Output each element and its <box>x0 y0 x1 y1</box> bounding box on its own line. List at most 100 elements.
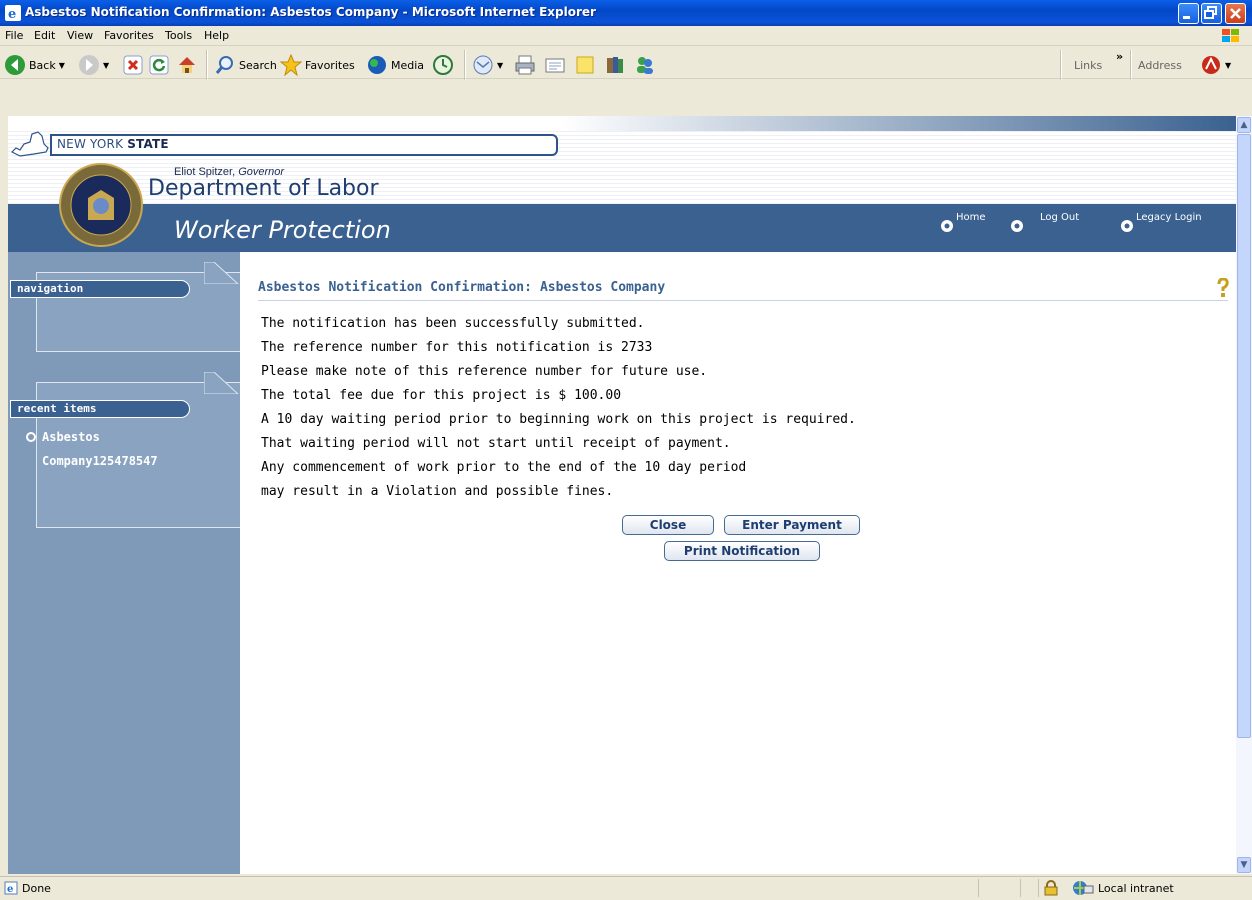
menu-help[interactable]: Help <box>204 29 229 42</box>
media-icon <box>368 56 386 74</box>
message-line: Any commencement of work prior to the en… <box>261 460 747 475</box>
toolbar: Back ▼ ▼ Search Favorites Media ▼ Links … <box>0 46 1252 116</box>
state-label: STATE <box>127 137 169 151</box>
search-button[interactable]: Search <box>214 53 277 77</box>
help-icon[interactable] <box>1216 278 1230 298</box>
chevron-right-icon[interactable]: » <box>1116 50 1123 63</box>
message-line: A 10 day waiting period prior to beginni… <box>261 412 856 427</box>
scrollbar-thumb[interactable] <box>1237 134 1251 738</box>
main-content: Asbestos Notification Confirmation: Asbes… <box>240 252 1236 874</box>
close-icon <box>1230 8 1241 19</box>
radio-bullet-icon <box>938 212 956 234</box>
refresh-button[interactable] <box>148 53 170 77</box>
page-title-prefix: Asbestos Notification Confirmation: <box>258 280 532 295</box>
recent-item-link[interactable]: Asbestos <box>42 430 100 444</box>
edit-button[interactable] <box>544 53 566 77</box>
print-notification-button[interactable]: Print Notification <box>664 541 820 561</box>
radio-bullet-icon <box>1118 212 1136 234</box>
stop-button[interactable] <box>122 53 144 77</box>
search-icon <box>215 56 233 74</box>
status-text: Done <box>22 882 51 895</box>
media-button[interactable]: Media <box>366 53 424 77</box>
sidebar: navigation recent items Asbestos Company… <box>8 252 242 874</box>
home-link[interactable]: Home <box>938 212 986 234</box>
scroll-down-icon[interactable]: ▼ <box>1237 857 1251 873</box>
acrobat-button[interactable]: ▼ <box>1200 53 1231 77</box>
menu-bar: File Edit View Favorites Tools Help <box>0 26 1252 46</box>
messenger-button[interactable] <box>634 53 656 77</box>
acrobat-icon <box>1202 56 1220 74</box>
note-icon <box>576 56 594 74</box>
company-name: Asbestos Company <box>539 280 666 295</box>
page-title: Asbestos Notification Confirmation: Asbes… <box>258 280 665 295</box>
menu-tools[interactable]: Tools <box>165 29 192 42</box>
star-icon <box>280 54 302 76</box>
page-viewport: NEW YORK STATE Eliot Spitzer, Governor D… <box>8 116 1236 874</box>
logout-link[interactable]: Log Out <box>1008 212 1079 234</box>
window-title: Asbestos Notification Confirmation: Asbe… <box>25 5 596 19</box>
menu-file[interactable]: File <box>5 29 23 42</box>
edit-page-icon <box>545 58 565 73</box>
message-line: The reference number for this notificati… <box>261 340 653 355</box>
ie-icon: e <box>5 5 21 21</box>
title-divider <box>258 300 1228 301</box>
refresh-icon <box>149 55 169 75</box>
department-seal-icon <box>59 163 143 247</box>
restore-icon <box>1204 6 1217 19</box>
scroll-up-icon[interactable]: ▲ <box>1237 117 1251 133</box>
status-bar: e Done Local intranet <box>0 876 1252 900</box>
radio-bullet-icon <box>26 432 36 442</box>
history-button[interactable] <box>432 53 454 77</box>
lock-icon <box>1044 880 1058 896</box>
ny-state-outline-icon <box>10 131 49 157</box>
close-window-button[interactable] <box>1225 3 1246 24</box>
close-button[interactable]: Close <box>622 515 714 535</box>
menu-favorites[interactable]: Favorites <box>104 29 154 42</box>
radio-bullet-icon <box>1008 212 1026 234</box>
stop-icon <box>123 55 143 75</box>
mail-icon <box>473 55 493 75</box>
forward-arrow-icon <box>79 55 99 75</box>
message-line: That waiting period will not start until… <box>261 436 731 451</box>
messenger-icon <box>637 57 653 74</box>
research-button[interactable] <box>604 53 626 77</box>
discuss-button[interactable] <box>574 53 596 77</box>
research-icon <box>607 57 623 73</box>
message-line: may result in a Violation and possible f… <box>261 484 614 499</box>
message-line: The total fee due for this project is $ … <box>261 388 622 403</box>
address-label: Address <box>1138 59 1182 72</box>
mail-button[interactable]: ▼ <box>472 53 503 77</box>
legacy-login-link[interactable]: Legacy Login <box>1118 212 1202 234</box>
ny-state-banner: NEW YORK STATE <box>50 134 558 156</box>
forward-button[interactable]: ▼ <box>78 53 109 77</box>
intranet-zone-icon <box>1073 881 1094 895</box>
enter-payment-button[interactable]: Enter Payment <box>724 515 860 535</box>
favorites-button[interactable]: Favorites <box>280 53 355 77</box>
section-title: Worker Protection <box>174 216 391 244</box>
menu-edit[interactable]: Edit <box>34 29 55 42</box>
restore-button[interactable] <box>1201 3 1222 24</box>
recent-items-header: recent items <box>10 400 190 418</box>
print-button[interactable] <box>514 53 536 77</box>
printer-icon <box>515 55 535 75</box>
message-line: The notification has been successfully s… <box>261 316 645 331</box>
title-bar: e Asbestos Notification Confirmation: As… <box>0 0 1252 26</box>
home-icon <box>179 57 195 73</box>
page-done-icon: e <box>4 881 18 895</box>
home-button[interactable] <box>176 53 198 77</box>
svg-text:e: e <box>7 884 13 895</box>
minimize-button[interactable] <box>1178 3 1199 24</box>
history-icon <box>433 55 453 75</box>
windows-logo-icon <box>1222 29 1239 42</box>
recent-item-link-continued[interactable]: Company125478547 <box>42 454 158 468</box>
back-button[interactable]: Back ▼ <box>4 53 65 77</box>
navigation-header: navigation <box>10 280 190 298</box>
svg-text:e: e <box>8 7 16 21</box>
menu-view[interactable]: View <box>67 29 93 42</box>
back-arrow-icon <box>5 55 25 75</box>
links-label[interactable]: Links <box>1074 59 1102 72</box>
message-line: Please make note of this reference numbe… <box>261 364 708 379</box>
security-zone: Local intranet <box>1098 882 1174 895</box>
minimize-icon <box>1183 16 1190 19</box>
state-name: NEW YORK <box>57 137 128 151</box>
